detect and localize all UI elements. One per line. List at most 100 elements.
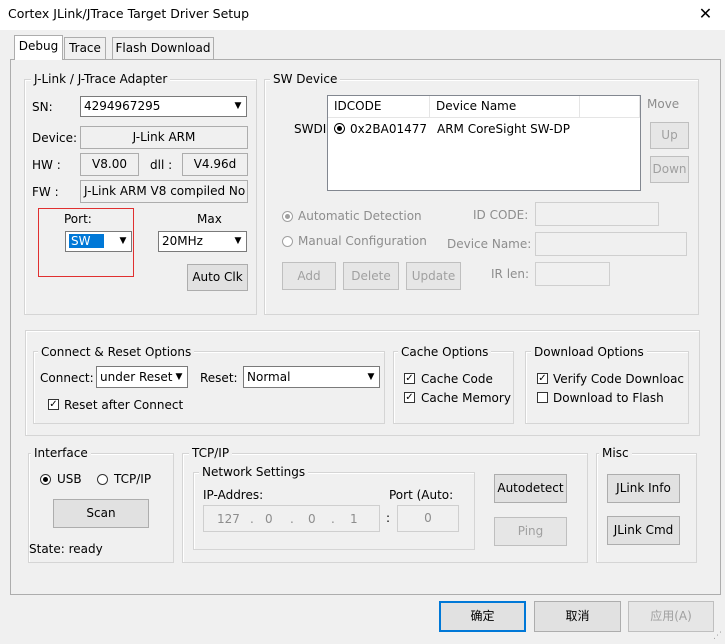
chevron-down-icon: ▼ bbox=[234, 236, 242, 246]
update-button[interactable]: Update bbox=[406, 262, 461, 290]
tab-debug[interactable]: Debug bbox=[14, 35, 63, 60]
ping-label: Ping bbox=[517, 524, 544, 538]
manual-configuration-label: Manual Configuration bbox=[298, 234, 427, 248]
cache-memory-label: Cache Memory bbox=[421, 391, 511, 405]
jlink-info-label: JLink Info bbox=[616, 481, 671, 495]
usb-label: USB bbox=[57, 472, 82, 486]
tab-flash-download-label: Flash Download bbox=[115, 41, 211, 55]
download-options-group-label: Download Options bbox=[531, 345, 647, 359]
apply-button[interactable]: 应用(A) bbox=[628, 601, 714, 632]
port-label: Port: bbox=[64, 212, 92, 226]
id-code-input[interactable] bbox=[535, 202, 659, 226]
move-down-button[interactable]: Down bbox=[650, 156, 689, 183]
move-up-button[interactable]: Up bbox=[650, 122, 689, 149]
port-value: SW bbox=[69, 234, 105, 248]
close-icon[interactable]: ✕ bbox=[686, 0, 725, 30]
sn-label: SN: bbox=[32, 100, 53, 114]
ip-address-input[interactable]: 127 . 0 . 0 . 1 bbox=[203, 505, 380, 532]
port-select[interactable]: SW ▼ bbox=[65, 231, 132, 252]
ir-len-input[interactable] bbox=[535, 262, 610, 286]
ip-dot-1: . bbox=[250, 512, 254, 526]
cancel-label: 取消 bbox=[565, 609, 590, 623]
sn-value: 4294967295 bbox=[84, 99, 161, 113]
cache-code-label: Cache Code bbox=[421, 372, 493, 386]
column-header-device-name[interactable]: Device Name bbox=[430, 96, 580, 118]
connect-select[interactable]: under Reset ▼ bbox=[96, 366, 188, 388]
hw-label: HW : bbox=[32, 158, 61, 172]
max-clock-select[interactable]: 20MHz ▼ bbox=[158, 231, 247, 252]
table-row[interactable]: 0x2BA01477 ARM CoreSight SW-DP bbox=[328, 119, 640, 139]
automatic-detection-radio[interactable] bbox=[282, 211, 293, 222]
sw-device-group-label: SW Device bbox=[270, 72, 341, 86]
port-input-value: 0 bbox=[424, 511, 432, 525]
verify-code-download-label: Verify Code Downloac bbox=[553, 372, 685, 386]
reset-value: Normal bbox=[247, 370, 291, 384]
device-name-input[interactable] bbox=[535, 232, 687, 256]
reset-select[interactable]: Normal ▼ bbox=[243, 366, 380, 388]
misc-group-label: Misc bbox=[599, 446, 632, 460]
autodetect-button[interactable]: Autodetect bbox=[494, 474, 567, 503]
tab-flash-download[interactable]: Flash Download bbox=[112, 37, 214, 59]
column-device-name-label: Device Name bbox=[436, 99, 517, 113]
tcpip-radio[interactable] bbox=[97, 474, 108, 485]
misc-group bbox=[596, 453, 697, 563]
max-clock-value: 20MHz bbox=[162, 234, 203, 248]
port-auto-label: Port (Auto: bbox=[389, 488, 454, 502]
update-label: Update bbox=[411, 269, 456, 283]
cache-code-checkbox[interactable]: ✓ bbox=[404, 373, 415, 384]
scan-button[interactable]: Scan bbox=[53, 499, 149, 528]
sn-select[interactable]: 4294967295 ▼ bbox=[80, 96, 247, 117]
network-settings-label: Network Settings bbox=[199, 465, 309, 479]
port-input[interactable]: 0 bbox=[397, 505, 459, 532]
hw-field: V8.00 bbox=[80, 153, 139, 176]
download-to-flash-checkbox[interactable] bbox=[537, 392, 548, 403]
download-to-flash-label: Download to Flash bbox=[553, 391, 664, 405]
cache-memory-checkbox[interactable]: ✓ bbox=[404, 392, 415, 403]
tcpip-group-label: TCP/IP bbox=[189, 446, 233, 460]
add-button[interactable]: Add bbox=[282, 262, 336, 290]
cancel-button[interactable]: 取消 bbox=[534, 601, 621, 632]
ping-button[interactable]: Ping bbox=[494, 517, 567, 546]
ok-button[interactable]: 确定 bbox=[439, 601, 526, 632]
device-name-label: Device Name: bbox=[447, 237, 532, 251]
ip-dot-3: . bbox=[331, 512, 335, 526]
auto-clk-button[interactable]: Auto Clk bbox=[187, 264, 248, 291]
connect-value: under Reset bbox=[100, 370, 173, 384]
column-header-idcode[interactable]: IDCODE bbox=[328, 96, 430, 118]
cache-options-group-label: Cache Options bbox=[398, 345, 492, 359]
adapter-group-label: J-Link / J-Trace Adapter bbox=[31, 72, 171, 86]
ip-port-separator: : bbox=[386, 511, 391, 525]
add-label: Add bbox=[297, 269, 321, 283]
hw-value: V8.00 bbox=[92, 157, 127, 171]
reset-after-connect-checkbox[interactable]: ✓ bbox=[48, 399, 59, 410]
chevron-down-icon: ▼ bbox=[119, 236, 127, 246]
sw-device-list[interactable]: IDCODE Device Name 0x2BA01477 ARM CoreSi… bbox=[327, 95, 641, 191]
ip-octet-2: 0 bbox=[265, 512, 273, 526]
ir-len-label: IR len: bbox=[491, 267, 530, 281]
title-bar: Cortex JLink/JTrace Target Driver Setup … bbox=[0, 0, 725, 30]
dll-field: V4.96d bbox=[182, 153, 248, 176]
max-label: Max bbox=[197, 212, 222, 226]
download-options-group bbox=[525, 351, 689, 424]
chevron-down-icon: ▼ bbox=[367, 372, 375, 382]
cache-options-group bbox=[393, 351, 514, 424]
verify-code-download-checkbox[interactable]: ✓ bbox=[537, 373, 548, 384]
ip-octet-1: 127 bbox=[217, 512, 240, 526]
resize-grip-icon[interactable]: ⋰ bbox=[710, 630, 722, 642]
automatic-detection-label: Automatic Detection bbox=[298, 209, 422, 223]
row-device-name: ARM CoreSight SW-DP bbox=[437, 122, 570, 136]
ok-label: 确定 bbox=[470, 609, 495, 623]
selected-radio-icon bbox=[334, 123, 345, 134]
manual-configuration-radio[interactable] bbox=[282, 236, 293, 247]
delete-button[interactable]: Delete bbox=[343, 262, 399, 290]
jlink-info-button[interactable]: JLink Info bbox=[607, 474, 680, 503]
usb-radio[interactable] bbox=[40, 474, 51, 485]
chevron-down-icon: ▼ bbox=[175, 372, 183, 382]
ip-octet-4: 1 bbox=[350, 512, 358, 526]
jlink-cmd-button[interactable]: JLink Cmd bbox=[607, 516, 680, 545]
ip-address-label: IP-Addres: bbox=[203, 488, 264, 502]
column-idcode-label: IDCODE bbox=[334, 99, 382, 113]
tab-trace[interactable]: Trace bbox=[64, 37, 106, 59]
ip-dot-2: . bbox=[290, 512, 294, 526]
interface-group-label: Interface bbox=[31, 446, 91, 460]
